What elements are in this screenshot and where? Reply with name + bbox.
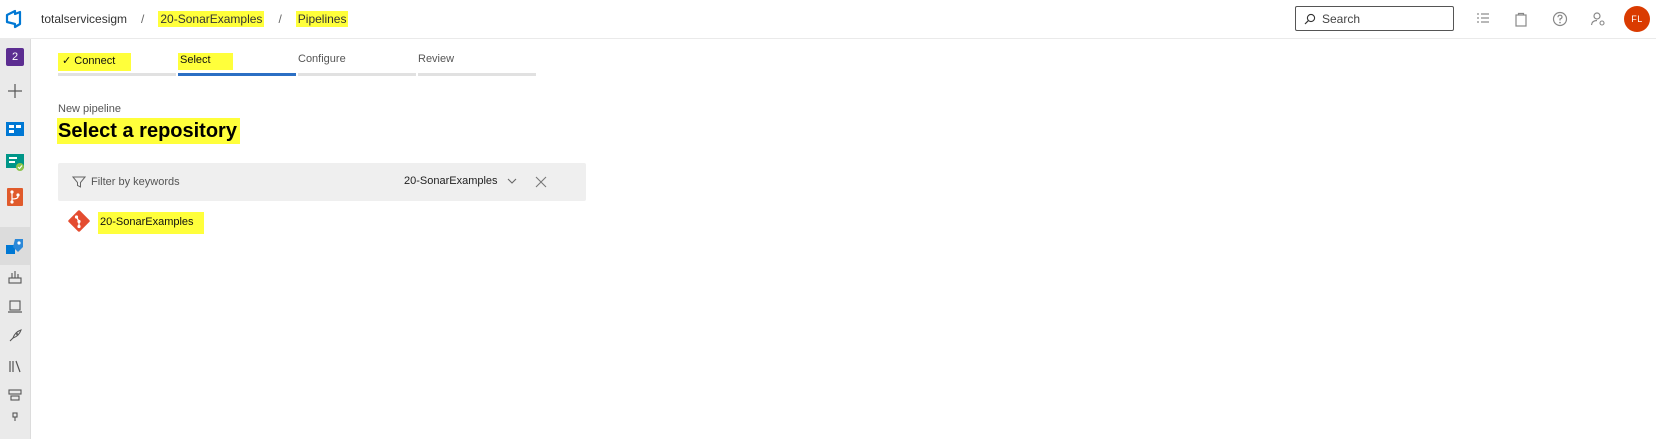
repo-dropdown[interactable]: 20-SonarExamples — [404, 175, 518, 187]
sidebar-item-add[interactable] — [3, 79, 27, 103]
close-icon[interactable] — [534, 175, 548, 189]
sidebar-item-repos[interactable] — [3, 185, 27, 209]
page-title: Select a repository — [57, 118, 240, 144]
step-progress-bar — [418, 73, 536, 76]
chevron-down-icon — [507, 178, 516, 184]
azure-devops-logo-icon[interactable] — [4, 9, 24, 29]
releases-icon — [9, 329, 22, 342]
page-subtitle: New pipeline — [58, 103, 121, 115]
filter-icon — [72, 176, 86, 188]
repo-filter-bar: 20-SonarExamples — [58, 163, 586, 201]
step-connect-label: ✓ Connect — [58, 53, 132, 71]
user-settings-icon[interactable] — [1589, 10, 1607, 28]
repo-name[interactable]: 20-SonarExamples — [98, 212, 204, 234]
task-groups-icon — [8, 389, 22, 401]
sidebar-item-releases[interactable] — [3, 324, 27, 348]
deployment-groups-icon — [12, 412, 18, 421]
top-bar: totalservicesigm / 20-SonarExamples / Pi… — [0, 0, 1656, 39]
help-icon[interactable] — [1551, 10, 1569, 28]
filter-keywords-input[interactable] — [91, 173, 291, 191]
sidebar-item-test-plans[interactable] — [3, 150, 27, 174]
step-review[interactable]: Review — [418, 53, 538, 79]
search-box[interactable] — [1295, 6, 1454, 31]
step-select-label: Select — [178, 53, 233, 70]
git-icon — [68, 210, 90, 232]
sidebar-item-task-groups[interactable] — [3, 383, 27, 407]
breadcrumb-project[interactable]: 20-SonarExamples — [158, 11, 265, 27]
sidebar-item-builds[interactable] — [3, 265, 27, 289]
boards-icon — [6, 122, 24, 136]
step-review-label: Review — [418, 53, 455, 65]
breadcrumb-organization[interactable]: totalservicesigm — [41, 12, 127, 26]
sidebar-item-environments[interactable] — [3, 295, 27, 319]
main-content: ✓ Connect Select Configure Review New pi… — [31, 39, 1656, 439]
step-progress-bar — [298, 73, 416, 76]
library-icon — [9, 360, 21, 373]
list-item[interactable]: 20-SonarExamples — [66, 205, 266, 237]
breadcrumb-separator: / — [278, 12, 282, 26]
pipelines-icon — [6, 239, 23, 254]
sidebar-item-library[interactable] — [3, 354, 27, 378]
step-configure[interactable]: Configure — [298, 53, 418, 79]
step-connect[interactable]: ✓ Connect — [58, 53, 178, 79]
avatar[interactable]: FL — [1624, 6, 1650, 32]
step-connect-text: Connect — [74, 55, 116, 67]
step-progress-bar-active — [178, 73, 296, 76]
list-icon[interactable] — [1474, 10, 1492, 28]
search-input[interactable] — [1322, 11, 1452, 26]
test-plans-icon — [6, 154, 24, 171]
repo-dropdown-value: 20-SonarExamples — [404, 175, 498, 187]
environments-icon — [8, 300, 22, 313]
step-configure-label: Configure — [298, 53, 346, 65]
repos-icon — [7, 188, 23, 206]
breadcrumb-pipelines[interactable]: Pipelines — [295, 11, 349, 27]
breadcrumb-separator: / — [141, 12, 145, 26]
sidebar-item-pipelines[interactable] — [3, 234, 27, 258]
project-badge: 2 — [6, 48, 24, 66]
wizard-steps: ✓ Connect Select Configure Review — [58, 53, 538, 79]
step-select[interactable]: Select — [178, 53, 298, 79]
sidebar-project[interactable]: 2 — [3, 45, 27, 69]
sidebar-item-deployment-groups[interactable] — [3, 407, 27, 431]
builds-icon — [8, 271, 22, 284]
step-progress-bar — [58, 73, 176, 76]
left-nav-sidebar: 2 — [0, 39, 31, 439]
shopping-bag-icon[interactable] — [1512, 10, 1530, 28]
checkmark-icon: ✓ — [62, 55, 72, 67]
breadcrumb: totalservicesigm / 20-SonarExamples / Pi… — [41, 11, 349, 27]
search-icon — [1304, 13, 1316, 24]
add-icon — [8, 84, 22, 98]
sidebar-item-boards[interactable] — [3, 116, 27, 140]
